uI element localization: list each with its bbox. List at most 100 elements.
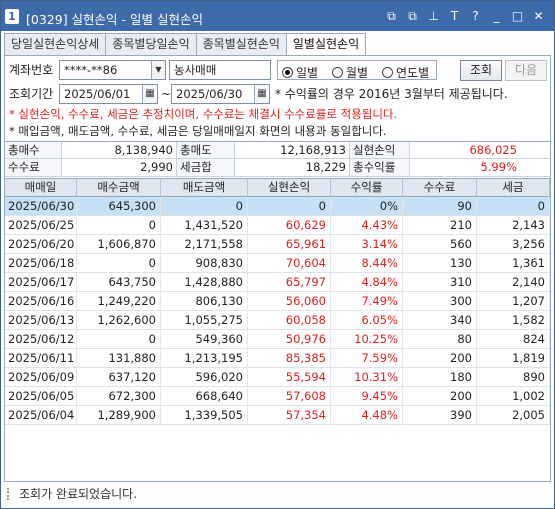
cell-fee: 200 bbox=[403, 349, 477, 367]
cell-realized-pl: 60,058 bbox=[248, 311, 331, 329]
close-icon[interactable]: ✕ bbox=[531, 8, 546, 24]
minimize-icon[interactable]: _ bbox=[489, 8, 504, 24]
status-bar: 조회가 완료되었습니다. bbox=[4, 484, 551, 504]
table-row[interactable]: 2025/06/13 1,262,600 1,055,275 60,058 6.05% 3… bbox=[5, 311, 550, 330]
table-row[interactable]: 2025/06/17 643,750 1,428,880 65,797 4.84% 310… bbox=[5, 273, 550, 292]
cell-tax: 2,005 bbox=[477, 406, 550, 424]
help-icon[interactable]: ? bbox=[468, 8, 483, 24]
account-select[interactable]: ****-**86 ▼ bbox=[59, 60, 166, 80]
pin-icon[interactable]: ⊥ bbox=[426, 8, 441, 24]
column-header-date[interactable]: 매매일 bbox=[5, 179, 77, 196]
cell-buy-amount: 1,249,220 bbox=[77, 292, 161, 310]
column-header-tax[interactable]: 세금 bbox=[477, 179, 550, 196]
cell-sell-amount: 668,640 bbox=[161, 387, 248, 405]
date-from-input[interactable]: 2025/06/01 ▦ bbox=[59, 84, 158, 104]
tab-realized-by-stock[interactable]: 종목별실현손익 bbox=[195, 33, 287, 55]
cell-return-rate: 3.14% bbox=[331, 235, 403, 253]
radio-monthly[interactable]: 월별 bbox=[332, 64, 368, 81]
window-number-badge: 1 bbox=[5, 9, 19, 24]
cell-buy-amount: 131,880 bbox=[77, 349, 161, 367]
cell-realized-pl: 50,976 bbox=[248, 330, 331, 348]
consistency-notice: * 매입금액, 매도금액, 수수료, 세금은 당일매매일지 화면의 내용과 동일… bbox=[9, 124, 387, 138]
table-row[interactable]: 2025/06/09 637,120 596,020 55,594 10.31% 180 8… bbox=[5, 368, 550, 387]
column-header-fee[interactable]: 수수료 bbox=[403, 179, 477, 196]
chevron-down-icon[interactable]: ▼ bbox=[151, 61, 165, 79]
restore-icon[interactable]: ⧉ bbox=[384, 8, 399, 24]
period-type-radio-group: 일별 월별 연도별 bbox=[277, 60, 437, 80]
cell-return-rate: 0% bbox=[331, 197, 403, 215]
table-row[interactable]: 2025/06/20 1,606,870 2,171,558 65,961 3.14% 5… bbox=[5, 235, 550, 254]
cell-fee: 180 bbox=[403, 368, 477, 386]
column-header-return-rate[interactable]: 수익률 bbox=[331, 179, 403, 196]
tab-intraday-detail[interactable]: 당일실현손익상세 bbox=[4, 33, 107, 55]
cell-fee: 340 bbox=[403, 311, 477, 329]
cell-fee: 80 bbox=[403, 330, 477, 348]
total-sell-value: 12,168,913 bbox=[235, 142, 350, 158]
date-range-separator: ~ bbox=[161, 87, 172, 101]
cell-realized-pl: 56,060 bbox=[248, 292, 331, 310]
tab-intraday-by-stock[interactable]: 종목별당일손익 bbox=[105, 33, 197, 55]
radio-monthly-label: 월별 bbox=[346, 66, 369, 80]
column-header-realized-pl[interactable]: 실현손익 bbox=[248, 179, 331, 196]
cell-return-rate: 10.31% bbox=[331, 368, 403, 386]
table-row[interactable]: 2025/06/25 0 1,431,520 60,629 4.43% 210 2,143 bbox=[5, 216, 550, 235]
cell-realized-pl: 57,354 bbox=[248, 406, 331, 424]
grid-header: 매매일 매수금액 매도금액 실현손익 수익률 수수료 세금 bbox=[5, 178, 550, 197]
cell-fee: 310 bbox=[403, 273, 477, 291]
column-header-buy-amount[interactable]: 매수금액 bbox=[77, 179, 161, 196]
table-row[interactable]: 2025/06/12 0 549,360 50,976 10.25% 80 824 bbox=[5, 330, 550, 349]
cell-sell-amount: 2,171,558 bbox=[161, 235, 248, 253]
cell-realized-pl: 70,604 bbox=[248, 254, 331, 272]
radio-yearly[interactable]: 연도별 bbox=[382, 64, 429, 81]
cell-fee: 390 bbox=[403, 406, 477, 424]
total-return-label: 총수익률 bbox=[350, 159, 410, 176]
next-button[interactable]: 다음 bbox=[505, 60, 547, 81]
cell-trade-date: 2025/06/09 bbox=[5, 368, 77, 386]
tax-label: 세금합 bbox=[177, 159, 235, 176]
realized-pl-value: 686,025 bbox=[469, 143, 517, 157]
cell-buy-amount: 672,300 bbox=[77, 387, 161, 405]
cell-tax: 2,140 bbox=[477, 273, 550, 291]
cell-tax: 824 bbox=[477, 330, 550, 348]
table-row[interactable]: 2025/06/18 0 908,830 70,604 8.44% 130 1,361 bbox=[5, 254, 550, 273]
copy-icon[interactable]: ⧉ bbox=[405, 8, 420, 24]
cell-trade-date: 2025/06/18 bbox=[5, 254, 77, 272]
grip-icon bbox=[7, 488, 13, 500]
cell-sell-amount: 1,213,195 bbox=[161, 349, 248, 367]
cell-fee: 130 bbox=[403, 254, 477, 272]
cell-buy-amount: 1,262,600 bbox=[77, 311, 161, 329]
table-row[interactable]: 2025/06/05 672,300 668,640 57,608 9.45% 200 1,… bbox=[5, 387, 550, 406]
calendar-icon[interactable]: ▦ bbox=[142, 85, 157, 103]
text-icon[interactable]: T bbox=[447, 8, 462, 24]
summary-row: 수수료 2,990 세금합 18,229 총수익률 5.99% bbox=[5, 159, 550, 177]
column-header-sell-amount[interactable]: 매도금액 bbox=[161, 179, 248, 196]
cell-trade-date: 2025/06/17 bbox=[5, 273, 77, 291]
radio-daily[interactable]: 일별 bbox=[282, 64, 318, 81]
table-row[interactable]: 2025/06/04 1,289,900 1,339,505 57,354 4.48% 3… bbox=[5, 406, 550, 425]
radio-yearly-label: 연도별 bbox=[396, 66, 430, 80]
cell-sell-amount: 0 bbox=[161, 197, 248, 215]
table-row[interactable]: 2025/06/11 131,880 1,213,195 85,385 7.59% 200… bbox=[5, 349, 550, 368]
calendar-icon[interactable]: ▦ bbox=[254, 85, 269, 103]
cell-return-rate: 4.84% bbox=[331, 273, 403, 291]
tab-daily-realized[interactable]: 일별실현손익 bbox=[285, 33, 367, 56]
cell-buy-amount: 1,606,870 bbox=[77, 235, 161, 253]
cell-tax: 1,819 bbox=[477, 349, 550, 367]
cell-fee: 210 bbox=[403, 216, 477, 234]
cell-buy-amount: 0 bbox=[77, 254, 161, 272]
title-bar[interactable]: 1 [0329] 실현손익 - 일별 실현손익 ⧉ ⧉ ⊥ T ? _ □ ✕ bbox=[1, 1, 554, 31]
cell-buy-amount: 0 bbox=[77, 330, 161, 348]
cell-sell-amount: 549,360 bbox=[161, 330, 248, 348]
cell-return-rate: 8.44% bbox=[331, 254, 403, 272]
date-to-input[interactable]: 2025/06/30 ▦ bbox=[171, 84, 270, 104]
table-row[interactable]: 2025/06/16 1,249,220 806,130 56,060 7.49% 300… bbox=[5, 292, 550, 311]
search-button[interactable]: 조회 bbox=[460, 60, 502, 81]
maximize-icon[interactable]: □ bbox=[510, 8, 525, 24]
table-row[interactable]: 2025/06/30 645,300 0 0 0% 90 0 bbox=[5, 197, 550, 216]
cell-realized-pl: 60,629 bbox=[248, 216, 331, 234]
cell-fee: 90 bbox=[403, 197, 477, 215]
cell-return-rate: 7.59% bbox=[331, 349, 403, 367]
cell-buy-amount: 643,750 bbox=[77, 273, 161, 291]
tax-value: 18,229 bbox=[235, 159, 350, 176]
main-panel: 계좌번호 ****-**86 ▼ 농사매매 일별 월별 연도별 조회 다음 조회… bbox=[4, 55, 551, 482]
